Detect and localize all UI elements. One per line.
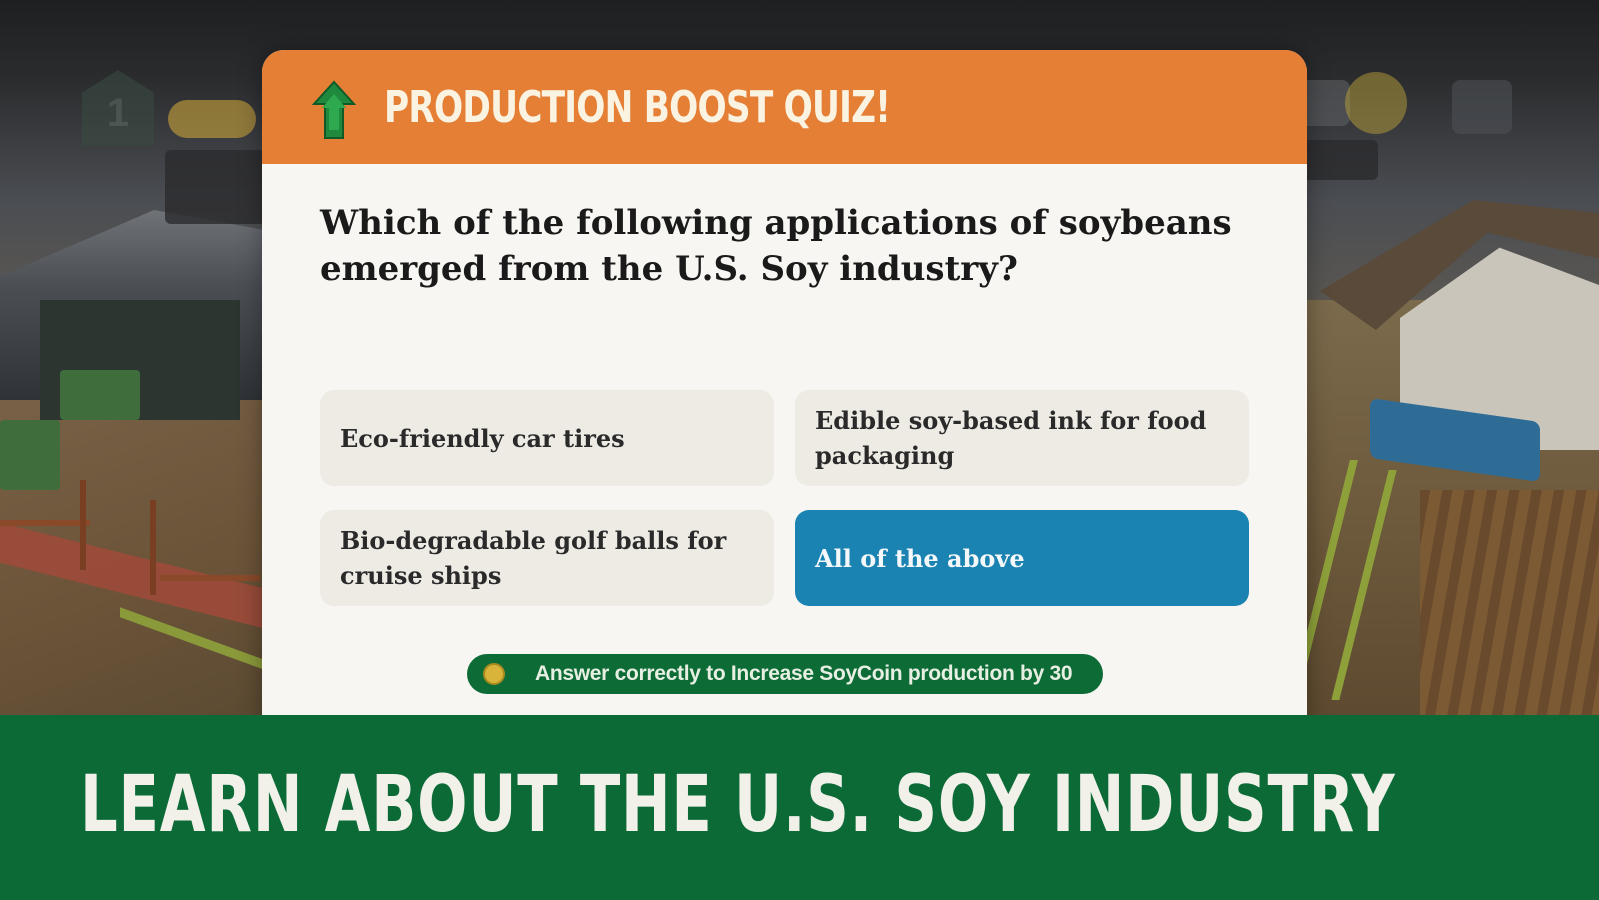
production-boost-banner: Answer correctly to Increase SoyCoin pro… [467, 654, 1103, 694]
answer-label: All of the above [815, 543, 1025, 573]
boost-text: Answer correctly to Increase SoyCoin pro… [535, 662, 1073, 685]
answer-option-3[interactable]: Bio-degradable golf balls for cruise shi… [320, 510, 774, 606]
promo-banner: LEARN ABOUT THE U.S. SOY INDUSTRY [0, 715, 1599, 900]
answer-label: Edible soy-based ink for food packaging [815, 406, 1207, 470]
answer-label: Bio-degradable golf balls for cruise shi… [340, 526, 727, 590]
hud-info-card [1300, 140, 1378, 180]
level-badge: 1 [82, 70, 154, 146]
answer-option-1[interactable]: Eco-friendly car tires [320, 390, 774, 486]
fence [0, 520, 90, 526]
quiz-question: Which of the following applications of s… [320, 203, 1232, 289]
hud-currency-pill [168, 100, 256, 138]
quiz-modal: PRODUCTION BOOST QUIZ! Which of the foll… [262, 50, 1307, 730]
answer-option-2[interactable]: Edible soy-based ink for food packaging [795, 390, 1249, 486]
soycoin-icon [483, 663, 505, 685]
quiz-title: PRODUCTION BOOST QUIZ! [384, 82, 891, 133]
tractor [0, 420, 60, 490]
crop-field [1420, 490, 1599, 715]
fence-gate-post [150, 500, 156, 595]
hud-task-card [165, 150, 265, 224]
answer-option-4[interactable]: All of the above [795, 510, 1249, 606]
answer-label: Eco-friendly car tires [340, 423, 625, 453]
quiz-header: PRODUCTION BOOST QUIZ! [262, 50, 1307, 164]
soycoin-hud-icon [1345, 72, 1407, 134]
promo-banner-text: LEARN ABOUT THE U.S. SOY INDUSTRY [80, 760, 1396, 850]
tractor [60, 370, 140, 420]
fence-gate-post [80, 480, 86, 570]
green-up-arrow-icon [312, 80, 356, 139]
fence [160, 575, 260, 581]
hud-boost-button [1452, 80, 1512, 134]
